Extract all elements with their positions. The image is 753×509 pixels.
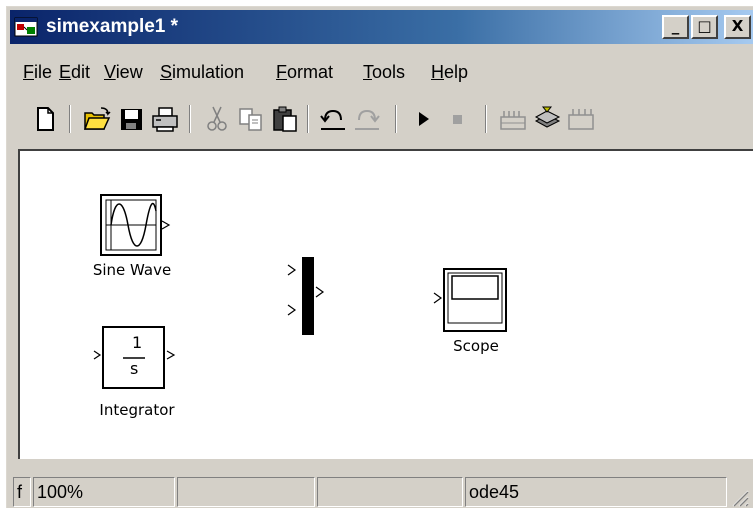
scope-icon xyxy=(433,268,507,332)
library-browser-button[interactable] xyxy=(497,103,529,137)
stop-icon xyxy=(453,115,462,124)
status-solver: ode45 xyxy=(465,477,727,507)
print-icon xyxy=(152,107,178,132)
menu-tools[interactable]: Tools xyxy=(363,62,405,83)
library-browser-icon xyxy=(500,111,526,130)
sine-wave-label: Sine Wave xyxy=(92,261,172,279)
menu-view[interactable]: View xyxy=(104,62,143,83)
status-pane-1: f xyxy=(13,477,31,507)
sine-wave-icon xyxy=(100,194,171,256)
print-button[interactable] xyxy=(149,103,181,137)
resize-grip-icon[interactable] xyxy=(727,485,749,507)
status-zoom: 100% xyxy=(33,477,175,507)
scope-block[interactable] xyxy=(432,265,518,333)
window-title: simexample1 * xyxy=(46,16,179,37)
paste-button[interactable] xyxy=(269,103,301,137)
menu-file[interactable]: File xyxy=(23,62,52,83)
redo-button[interactable] xyxy=(351,103,383,137)
app-window: simexample1 * _ □ X File Edit View Simul… xyxy=(6,6,753,508)
integrator-label: Integrator xyxy=(99,401,175,419)
refresh-button[interactable] xyxy=(565,103,597,137)
close-button[interactable]: X xyxy=(724,15,751,39)
toolbar-separator xyxy=(189,105,191,133)
start-icon xyxy=(419,112,429,126)
scope-label: Scope xyxy=(453,337,499,355)
paste-icon xyxy=(273,106,297,132)
integrator-numerator: 1 xyxy=(132,333,143,352)
sine-wave-block[interactable] xyxy=(99,191,175,259)
menu-format[interactable]: Format xyxy=(276,62,333,83)
cut-button[interactable] xyxy=(201,103,233,137)
copy-button[interactable] xyxy=(235,103,267,137)
copy-icon xyxy=(239,108,262,131)
mux-shape xyxy=(287,257,325,335)
open-icon xyxy=(83,107,111,130)
minimize-button[interactable]: _ xyxy=(662,15,689,39)
refresh-icon xyxy=(568,109,594,130)
toolbar xyxy=(7,99,753,141)
model-canvas[interactable]: Sine Wave 1 s Integrator Scope xyxy=(18,149,753,459)
status-pane-4 xyxy=(317,477,463,507)
toolbar-separator xyxy=(307,105,309,133)
new-model-button[interactable] xyxy=(29,103,61,137)
build-icon xyxy=(534,106,561,128)
integrator-block[interactable]: 1 s xyxy=(92,325,182,393)
menu-help[interactable]: Help xyxy=(431,62,468,83)
redo-icon xyxy=(355,109,380,130)
status-pane-3 xyxy=(177,477,315,507)
open-button[interactable] xyxy=(81,103,113,137)
mux-block[interactable] xyxy=(284,255,326,341)
status-bar: f 100% ode45 xyxy=(7,463,753,509)
stop-simulation-button[interactable] xyxy=(441,103,473,137)
save-button[interactable] xyxy=(115,103,147,137)
maximize-button[interactable]: □ xyxy=(691,15,718,39)
title-bar[interactable]: simexample1 * _ □ X xyxy=(10,10,753,44)
save-icon xyxy=(121,109,142,130)
simulink-model-icon xyxy=(14,17,38,37)
toolbar-separator xyxy=(485,105,487,133)
menu-simulation[interactable]: Simulation xyxy=(160,62,244,83)
menu-edit[interactable]: Edit xyxy=(59,62,90,83)
build-button[interactable] xyxy=(531,103,563,137)
integrator-denominator: s xyxy=(130,359,139,378)
toolbar-separator xyxy=(69,105,71,133)
undo-button[interactable] xyxy=(317,103,349,137)
undo-icon xyxy=(320,109,345,130)
menu-bar: File Edit View Simulation Format Tools H… xyxy=(7,60,753,88)
cut-icon xyxy=(207,106,227,131)
start-simulation-button[interactable] xyxy=(407,103,439,137)
toolbar-separator xyxy=(395,105,397,133)
new-icon xyxy=(37,107,54,131)
